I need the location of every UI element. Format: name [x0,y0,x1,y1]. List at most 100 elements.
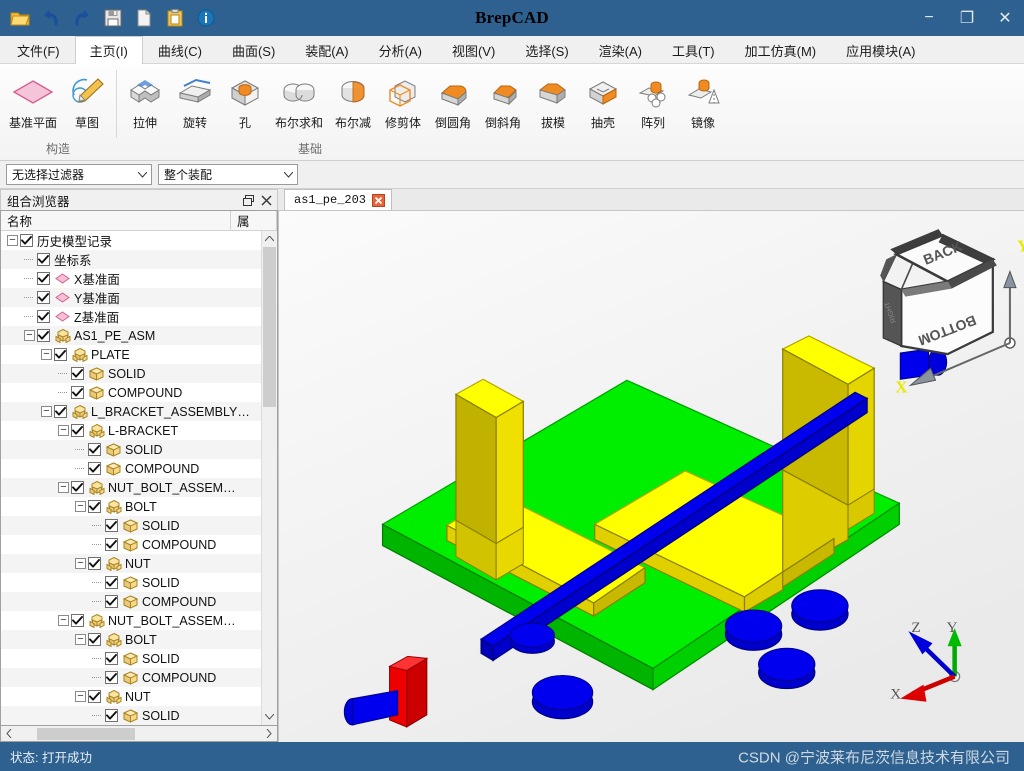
tree-row[interactable]: SOLID [1,649,261,668]
tree-expander-icon[interactable] [41,406,52,417]
tree-row[interactable]: NUT [1,554,261,573]
tree-checkbox[interactable] [105,576,118,589]
ribbon-tab-8[interactable]: 渲染(A) [584,36,657,63]
ribbon-tab-10[interactable]: 加工仿真(M) [730,36,832,63]
ribbon-button-shell[interactable]: 抽壳 [578,68,628,132]
scroll-up-arrow[interactable] [262,231,277,247]
tree-expander-icon[interactable] [75,691,86,702]
scroll-left-arrow[interactable] [1,729,17,738]
tree-expander-icon[interactable] [75,634,86,645]
scroll-down-arrow[interactable] [262,709,277,725]
tree-expander-icon[interactable] [58,482,69,493]
3d-model-render[interactable]: BACK BOTTOM RIGHT Y X [279,211,1024,742]
ribbon-button-draft[interactable]: 拔模 [528,68,578,132]
ribbon-button-fillet[interactable]: 倒圆角 [428,68,478,132]
tree-row[interactable]: 坐标系 [1,250,261,269]
paste-icon[interactable] [161,4,189,32]
dock-close-button[interactable] [257,192,275,209]
scroll-thumb[interactable] [263,247,276,407]
tree-checkbox[interactable] [88,462,101,475]
tree-row[interactable]: NUT_BOLT_ASSEM… [1,478,261,497]
tree-row[interactable]: 历史模型记录 [1,231,261,250]
tree-checkbox[interactable] [71,367,84,380]
tree-checkbox[interactable] [37,272,50,285]
tree-row[interactable]: L-BRACKET [1,421,261,440]
tree-row[interactable]: SOLID [1,516,261,535]
close-icon[interactable] [372,193,386,207]
tree-checkbox[interactable] [105,671,118,684]
ribbon-button-chamfer[interactable]: 倒斜角 [478,68,528,132]
maximize-restore-button[interactable]: ❐ [948,0,986,36]
tree-row[interactable]: SOLID [1,440,261,459]
tree-checkbox[interactable] [105,519,118,532]
tree-checkbox[interactable] [88,557,101,570]
tree-checkbox[interactable] [105,652,118,665]
minimize-button[interactable]: − [910,0,948,36]
ribbon-button-revolve[interactable]: 旋转 [170,68,220,132]
tree-checkbox[interactable] [20,234,33,247]
ribbon-tab-2[interactable]: 曲线(C) [143,36,217,63]
tree-expander-icon[interactable] [58,425,69,436]
ribbon-tab-6[interactable]: 视图(V) [437,36,510,63]
tree-row[interactable]: NUT_BOLT_ASSEM… [1,611,261,630]
tree-row[interactable]: Z基准面 [1,307,261,326]
open-icon[interactable] [6,4,34,32]
ribbon-tab-9[interactable]: 工具(T) [657,36,730,63]
tree-checkbox[interactable] [71,386,84,399]
tree-checkbox[interactable] [105,538,118,551]
ribbon-tab-11[interactable]: 应用模块(A) [831,36,930,63]
tree-checkbox[interactable] [37,329,50,342]
tree-checkbox[interactable] [37,310,50,323]
tree-row[interactable]: COMPOUND [1,535,261,554]
tree-row[interactable]: COMPOUND [1,668,261,687]
tree-checkbox[interactable] [88,500,101,513]
ribbon-button-mirror[interactable]: 镜像 [678,68,728,132]
tree-checkbox[interactable] [105,595,118,608]
scroll-track[interactable] [17,727,261,741]
tree-checkbox[interactable] [71,424,84,437]
tree-expander-icon[interactable] [24,330,35,341]
ribbon-tab-5[interactable]: 分析(A) [364,36,437,63]
scope-filter-dropdown[interactable]: 整个装配 [158,164,298,185]
info-icon[interactable] [192,4,220,32]
tree-row[interactable]: Y基准面 [1,288,261,307]
tree-row[interactable]: COMPOUND [1,459,261,478]
tree-column-attr[interactable]: 属 [231,211,277,230]
ribbon-tab-1[interactable]: 主页(I) [74,36,143,64]
tree-row[interactable]: X基准面 [1,269,261,288]
tree-checkbox[interactable] [37,291,50,304]
tree-checkbox[interactable] [105,709,118,722]
tree-row[interactable]: SOLID [1,573,261,592]
ribbon-button-pattern[interactable]: 阵列 [628,68,678,132]
tree-horizontal-scrollbar[interactable] [0,726,278,742]
ribbon-button-datum-plane[interactable]: 基准平面 [4,68,62,132]
tree-checkbox[interactable] [88,443,101,456]
ribbon-button-sketch[interactable]: 草图 [62,68,112,132]
redo-icon[interactable] [68,4,96,32]
tree-expander-icon[interactable] [41,349,52,360]
ribbon-button-hole[interactable]: 孔 [220,68,270,132]
tree-row[interactable]: L_BRACKET_ASSEMBLY… [1,402,261,421]
undo-icon[interactable] [37,4,65,32]
dock-float-button[interactable] [239,192,257,209]
tree-row[interactable]: NUT [1,687,261,706]
tree-row[interactable]: COMPOUND [1,592,261,611]
scroll-thumb[interactable] [37,727,135,740]
tree-row[interactable]: BOLT [1,630,261,649]
tree-checkbox[interactable] [71,614,84,627]
tree-expander-icon[interactable] [75,558,86,569]
tree-checkbox[interactable] [88,633,101,646]
tree-row[interactable]: AS1_PE_ASM [1,326,261,345]
ribbon-button-boolean-subtract[interactable]: 布尔减 [328,68,378,132]
tree-row[interactable]: PLATE [1,345,261,364]
ribbon-button-boolean-union[interactable]: 布尔求和 [270,68,328,132]
tree-checkbox[interactable] [54,348,67,361]
tree-row[interactable]: SOLID [1,706,261,725]
document-tab[interactable]: as1_pe_203 [284,189,393,210]
3d-viewport[interactable]: BACK BOTTOM RIGHT Y X [278,211,1024,742]
copy-icon[interactable] [130,4,158,32]
tree-column-name[interactable]: 名称 [1,211,231,230]
model-tree[interactable]: 历史模型记录坐标系 X基准面 Y基准面 Z基准面 AS1_PE_ASM PLATE SOLI… [1,231,261,725]
ribbon-tab-0[interactable]: 文件(F) [2,36,75,63]
ribbon-tab-7[interactable]: 选择(S) [510,36,583,63]
